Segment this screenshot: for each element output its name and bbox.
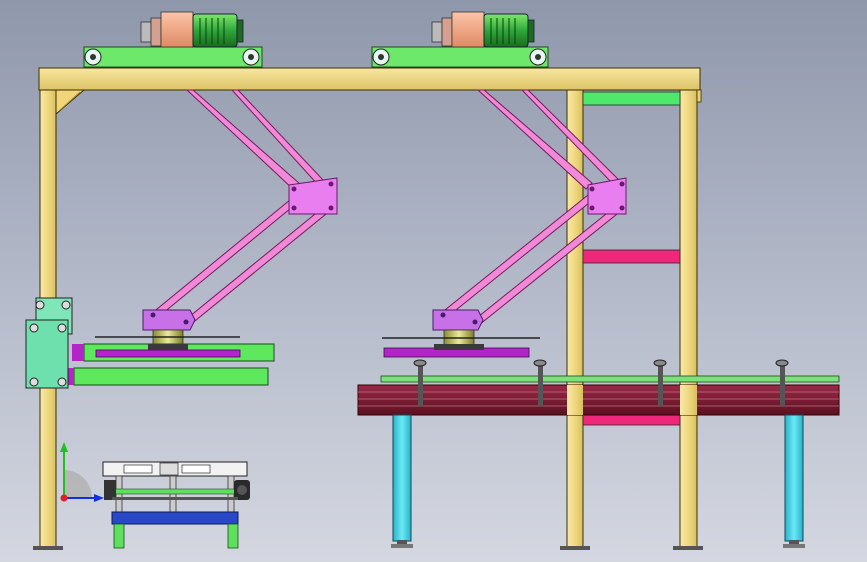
tower-crossbar-top <box>582 91 681 106</box>
gantry-frame <box>33 67 703 550</box>
belt-housing <box>83 46 263 68</box>
z-axis-icon <box>60 494 68 502</box>
assembly-drawing <box>25 11 840 550</box>
transfer-cart <box>102 461 250 549</box>
top-beam <box>38 67 701 91</box>
drive-unit-right <box>371 11 549 68</box>
cad-viewport[interactable] <box>0 0 867 562</box>
middle-column <box>566 89 584 549</box>
gearbox <box>160 11 194 48</box>
gripper-pad <box>95 349 241 358</box>
belt-housing <box>371 46 549 68</box>
guide-rail <box>380 375 840 383</box>
table-top <box>357 384 840 416</box>
view-orientation-triad[interactable] <box>60 442 104 502</box>
corner-gusset <box>55 89 86 116</box>
conveyor-table <box>357 359 840 548</box>
column-foot-mid <box>560 546 590 550</box>
table-leg-right <box>784 414 804 542</box>
manipulator-right <box>382 89 627 358</box>
right-column <box>679 89 698 549</box>
manipulator-left <box>66 89 338 386</box>
tower-crossbar-middle <box>582 249 681 264</box>
column-foot-left <box>33 546 63 550</box>
gearbox <box>451 11 485 48</box>
lower-plate <box>73 367 269 386</box>
table-leg-left <box>392 414 412 542</box>
drive-unit-left <box>83 11 263 68</box>
lower-link-inner <box>183 209 327 326</box>
lower-link-inner <box>472 209 618 326</box>
lower-link-outer <box>150 194 303 319</box>
side-bracket <box>25 297 73 389</box>
column-foot-right <box>673 546 703 550</box>
